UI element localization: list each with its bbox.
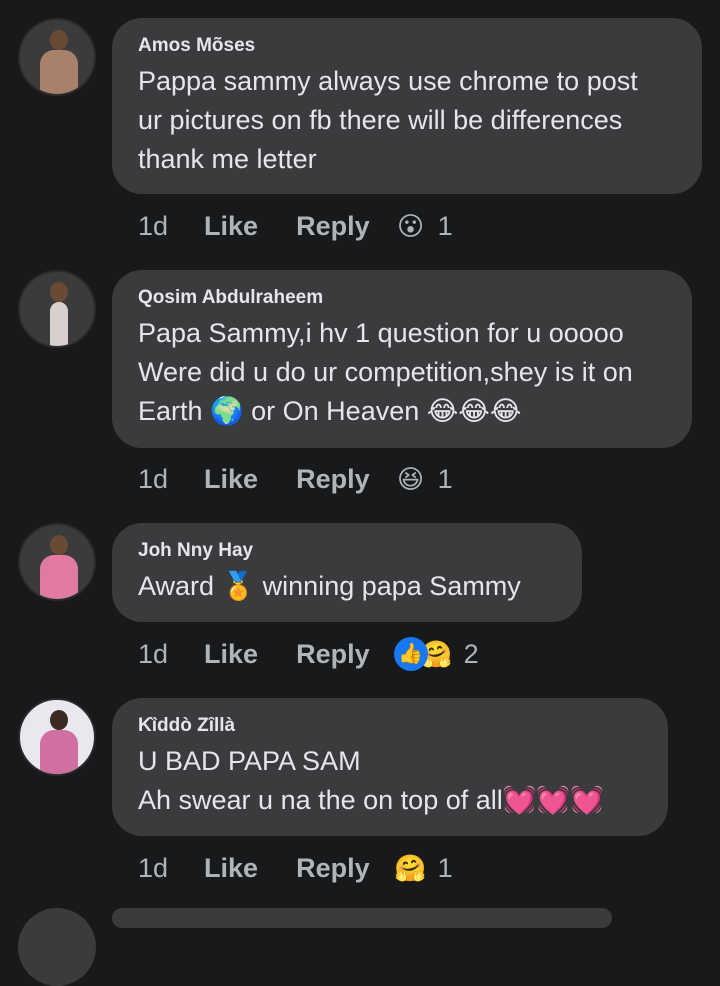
comment-author[interactable]: Qosim Abdulraheem	[138, 286, 666, 310]
comment-actions: 1d Like Reply 🤗 1	[138, 848, 453, 888]
avatar[interactable]	[18, 523, 96, 601]
wow-reaction-icon[interactable]: 😮	[394, 209, 428, 243]
comment-timestamp[interactable]: 1d	[138, 639, 168, 670]
reaction-count[interactable]: 1	[438, 853, 453, 884]
comment-bubble: Joh Nny Hay Award 🏅 winning papa Sammy	[112, 523, 582, 622]
comment-text: Pappa sammy always use chrome to post ur…	[138, 66, 638, 174]
comment-text: Papa Sammy,i hv 1 question for u ooooo W…	[138, 318, 633, 426]
like-button[interactable]: Like	[204, 211, 258, 242]
comment-actions: 1d Like Reply 😆 1	[138, 459, 453, 499]
comment-bubble: Amos Mõses Pappa sammy always use chrome…	[112, 18, 702, 194]
reaction-count[interactable]: 1	[438, 211, 453, 242]
comment-text: U BAD PAPA SAM Ah swear u na the on top …	[138, 746, 604, 815]
reply-button[interactable]: Reply	[296, 639, 370, 670]
comment-author[interactable]: Joh Nny Hay	[138, 539, 556, 563]
comment-timestamp[interactable]: 1d	[138, 211, 168, 242]
care-reaction-icon[interactable]: 🤗	[394, 851, 428, 885]
like-button[interactable]: Like	[204, 464, 258, 495]
comment-actions: 1d Like Reply 😮 1	[138, 206, 453, 246]
reaction-count[interactable]: 2	[464, 639, 479, 670]
reply-button[interactable]: Reply	[296, 211, 370, 242]
comment-actions: 1d Like Reply 👍 🤗 2	[138, 634, 479, 674]
reply-button[interactable]: Reply	[296, 853, 370, 884]
comment-timestamp[interactable]: 1d	[138, 464, 168, 495]
comment-bubble: Kȉddò Zȋllà U BAD PAPA SAM Ah swear u na…	[112, 698, 668, 836]
avatar[interactable]	[18, 18, 96, 96]
avatar[interactable]	[18, 270, 96, 348]
avatar[interactable]	[18, 698, 96, 776]
comment-bubble: Qosim Abdulraheem Papa Sammy,i hv 1 ques…	[112, 270, 692, 448]
like-button[interactable]: Like	[204, 639, 258, 670]
like-button[interactable]: Like	[204, 853, 258, 884]
reply-button[interactable]: Reply	[296, 464, 370, 495]
comment-author[interactable]: Amos Mõses	[138, 34, 676, 58]
reaction-count[interactable]: 1	[438, 464, 453, 495]
haha-reaction-icon[interactable]: 😆	[394, 462, 428, 496]
comment-author[interactable]: Kȉddò Zȋllà	[138, 714, 642, 738]
comment-timestamp[interactable]: 1d	[138, 853, 168, 884]
comment-bubble	[112, 908, 612, 928]
like-reaction-icon[interactable]: 👍	[393, 637, 428, 671]
avatar[interactable]	[18, 908, 96, 986]
comment-text: Award 🏅 winning papa Sammy	[138, 571, 521, 601]
